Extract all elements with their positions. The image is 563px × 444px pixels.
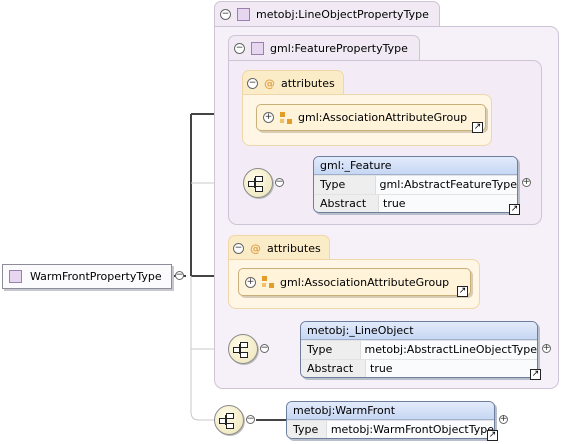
type-key: Type <box>287 421 327 438</box>
abstract-key: Abstract <box>301 360 366 377</box>
reference-arrow-icon[interactable]: ↗ <box>472 122 483 133</box>
expand-icon[interactable]: + <box>245 276 256 288</box>
outer-type-tab: − metobj:LineObjectPropertyType <box>214 1 440 27</box>
inner-type-label: gml:FeaturePropertyType <box>270 42 408 55</box>
association-group-inner[interactable]: + gml:AssociationAttributeGroup <box>256 104 486 131</box>
collapse-icon[interactable]: − <box>247 77 258 89</box>
element-metobj-warm-front[interactable]: metobj:WarmFront Type metobj:WarmFrontObj… <box>286 401 495 439</box>
collapse-icon[interactable]: − <box>260 344 269 353</box>
sequence-icon[interactable] <box>243 168 273 198</box>
sequence-icon[interactable] <box>228 334 258 364</box>
association-group-label: gml:AssociationAttributeGroup <box>280 275 450 289</box>
element-title: metobj:WarmFront <box>287 402 494 420</box>
expand-icon[interactable]: + <box>542 344 551 353</box>
collapse-icon[interactable]: − <box>246 415 255 424</box>
attribute-group-icon <box>280 111 292 124</box>
collapse-icon[interactable]: − <box>275 178 284 187</box>
element-gml-feature[interactable]: gml:_Feature Type gml:AbstractFeatureType… <box>313 156 518 213</box>
collapse-icon[interactable]: − <box>220 9 231 20</box>
collapse-icon[interactable]: − <box>233 242 244 254</box>
expand-icon[interactable]: + <box>522 178 531 187</box>
expand-icon[interactable]: + <box>499 415 508 424</box>
type-value: gml:AbstractFeatureType <box>379 178 517 191</box>
reference-arrow-icon[interactable]: ↗ <box>509 204 520 215</box>
attributes-label: attributes <box>267 241 321 255</box>
type-value: metobj:AbstractLineObjectType <box>364 343 537 356</box>
at-sign-icon: @ <box>264 76 275 90</box>
complex-type-icon <box>9 270 22 283</box>
type-key: Type <box>314 176 376 194</box>
type-value: metobj:WarmFrontObjectType <box>330 423 494 436</box>
complex-type-icon <box>237 8 250 21</box>
association-group-outer[interactable]: + gml:AssociationAttributeGroup <box>238 268 471 296</box>
abstract-value: true <box>383 197 406 210</box>
at-sign-icon: @ <box>250 241 261 255</box>
collapse-icon[interactable]: − <box>234 43 245 54</box>
attributes-tab-outer: − @ attributes <box>228 235 330 260</box>
root-label: WarmFrontPropertyType <box>30 270 162 283</box>
outer-type-label: metobj:LineObjectPropertyType <box>256 8 429 21</box>
association-group-label: gml:AssociationAttributeGroup <box>298 111 468 124</box>
sequence-icon[interactable] <box>214 405 244 435</box>
root-element-warm-front-property-type[interactable]: WarmFrontPropertyType <box>2 264 172 289</box>
reference-arrow-icon[interactable]: ↗ <box>457 286 468 297</box>
element-title: gml:_Feature <box>314 157 517 175</box>
attributes-label: attributes <box>281 76 335 90</box>
abstract-value: true <box>370 362 393 375</box>
attribute-group-icon <box>262 276 274 288</box>
reference-arrow-icon[interactable]: ↗ <box>530 369 541 380</box>
abstract-key: Abstract <box>314 195 379 212</box>
reference-arrow-icon[interactable]: ↗ <box>487 430 498 441</box>
attributes-tab-inner: − @ attributes <box>242 70 344 95</box>
element-metobj-line-object[interactable]: metobj:_LineObject Type metobj:AbstractLi… <box>300 321 538 378</box>
expand-icon[interactable]: + <box>263 112 274 123</box>
inner-type-tab: − gml:FeaturePropertyType <box>228 35 420 61</box>
type-key: Type <box>301 341 361 359</box>
element-title: metobj:_LineObject <box>301 322 537 340</box>
complex-type-icon <box>251 42 264 55</box>
collapse-icon[interactable]: − <box>175 271 184 280</box>
